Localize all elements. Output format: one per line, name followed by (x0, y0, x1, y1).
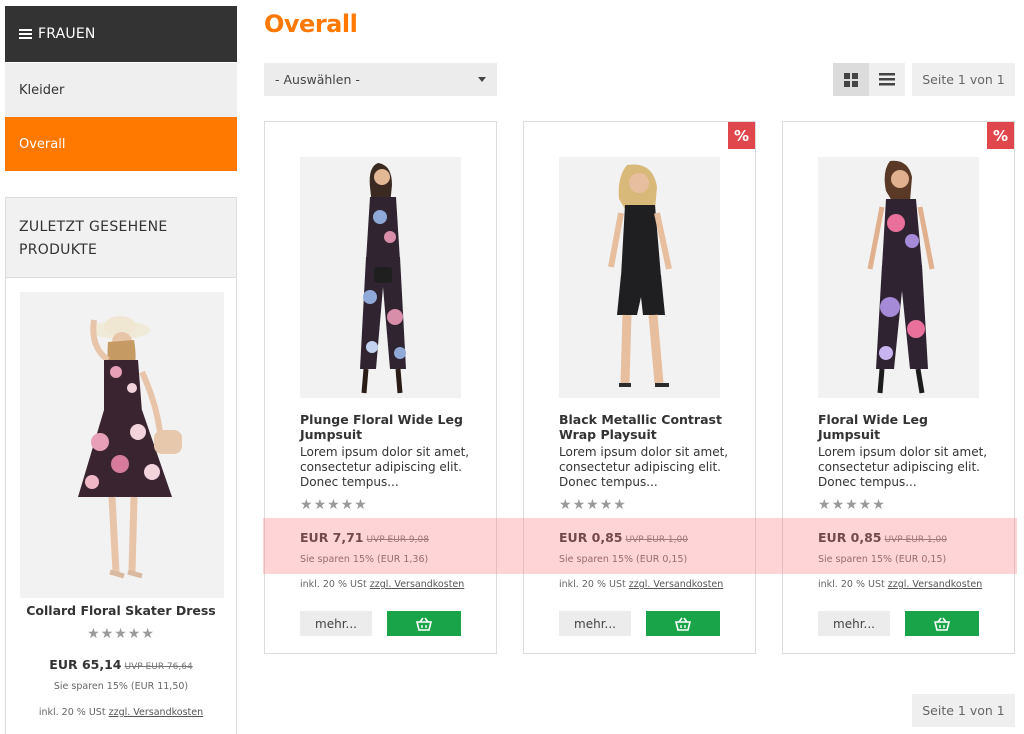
grid-view-button[interactable] (833, 63, 869, 96)
pagination-bottom[interactable]: Seite 1 von 1 (912, 694, 1015, 727)
uvp-price: UVP EUR 1,00 (884, 535, 947, 545)
product-tax: inkl. 20 % USt zzgl. Versandkosten (818, 579, 982, 590)
basket-icon (416, 617, 432, 631)
product-price: EUR 7,71 UVP EUR 9,08 (300, 530, 429, 545)
star-icon: ★ (831, 497, 846, 513)
uvp-price: UVP EUR 76,64 (124, 662, 193, 672)
product-description: Lorem ipsum dolor sit amet, consectetur … (559, 445, 729, 489)
shipping-link[interactable]: zzgl. Versandkosten (370, 579, 465, 590)
recent-product-image[interactable] (20, 292, 224, 598)
uvp-price: UVP EUR 9,08 (366, 535, 429, 545)
star-icon: ★ (572, 497, 587, 513)
product-savings: Sie sparen 15% (EUR 0,15) (818, 554, 947, 565)
product-description: Lorem ipsum dolor sit amet, consectetur … (818, 445, 988, 489)
sort-select-value: - Auswählen - (275, 72, 360, 87)
percent-icon: % (728, 122, 755, 149)
star-icon: ★ (613, 497, 627, 513)
add-to-cart-button[interactable] (646, 611, 720, 636)
tax-text: inkl. 20 % USt (38, 707, 106, 718)
product-image[interactable] (559, 157, 720, 398)
add-to-cart-button[interactable] (905, 611, 979, 636)
recent-product-name[interactable]: Collard Floral Skater Dress (6, 603, 236, 618)
product-rating: ★★★★★ (300, 497, 368, 513)
product-name[interactable]: Black Metallic Contrast Wrap Playsuit (559, 412, 734, 442)
star-icon: ★ (872, 497, 886, 513)
product-image[interactable] (818, 157, 979, 398)
product-card: Plunge Floral Wide Leg Jumpsuit Lorem ip… (264, 121, 497, 654)
sidebar-item-label: Kleider (19, 82, 65, 98)
category-header-label: FRAUEN (38, 26, 96, 42)
product-card: % Black Metallic Contrast Wrap Playsuit … (523, 121, 756, 654)
star-icon: ★ (818, 497, 832, 513)
product-tax: inkl. 20 % USt zzgl. Versandkosten (559, 579, 723, 590)
star-icon: ★ (354, 497, 368, 513)
tax-text: inkl. 20 % USt (559, 579, 626, 590)
grid-icon (844, 72, 858, 87)
price-value: EUR 0,85 (818, 530, 882, 545)
price-value: EUR 7,71 (300, 530, 364, 545)
more-button[interactable]: mehr... (818, 611, 890, 636)
product-savings: Sie sparen 15% (EUR 0,15) (559, 554, 688, 565)
product-rating: ★★★★★ (818, 497, 886, 513)
basket-icon (934, 617, 950, 631)
chevron-down-icon (478, 77, 486, 82)
recently-viewed-title: ZULETZT GESEHENE PRODUKTE (6, 198, 236, 278)
shipping-link[interactable]: zzgl. Versandkosten (888, 579, 983, 590)
list-icon (879, 73, 895, 86)
hamburger-icon (19, 27, 32, 41)
recent-product-price: EUR 65,14 UVP EUR 76,64 (6, 657, 236, 672)
sort-select[interactable]: - Auswählen - (264, 63, 497, 96)
star-icon: ★ (300, 497, 314, 513)
star-icon: ★ (313, 497, 328, 513)
price-value: EUR 65,14 (49, 657, 122, 672)
star-icon: ★ (586, 497, 600, 513)
star-icon: ★ (87, 626, 101, 642)
recent-product-tax: inkl. 20 % USt zzgl. Versandkosten (6, 707, 236, 718)
price-value: EUR 0,85 (559, 530, 623, 545)
product-tax: inkl. 20 % USt zzgl. Versandkosten (300, 579, 464, 590)
percent-icon: % (987, 122, 1014, 149)
recently-viewed-box: ZULETZT GESEHENE PRODUKTE Collard Floral… (5, 197, 237, 734)
tax-text: inkl. 20 % USt (300, 579, 367, 590)
list-view-button[interactable] (869, 63, 905, 96)
star-icon: ★ (340, 497, 355, 513)
add-to-cart-button[interactable] (387, 611, 461, 636)
sidebar-item-label: Overall (19, 136, 66, 152)
more-button[interactable]: mehr... (300, 611, 372, 636)
sidebar-item-kleider[interactable]: Kleider (5, 63, 237, 117)
product-card: % Floral Wide Leg Jumpsuit Lorem ipsum d… (782, 121, 1015, 654)
recent-product-rating: ★★★★★ (6, 626, 236, 642)
shipping-link[interactable]: zzgl. Versandkosten (629, 579, 724, 590)
page-title: Overall (264, 10, 358, 38)
basket-icon (675, 617, 691, 631)
recent-product-savings: Sie sparen 15% (EUR 11,50) (53, 681, 189, 692)
category-header[interactable]: FRAUEN (5, 6, 237, 62)
star-icon: ★ (845, 497, 859, 513)
product-name[interactable]: Plunge Floral Wide Leg Jumpsuit (300, 412, 475, 442)
more-button[interactable]: mehr... (559, 611, 631, 636)
product-description: Lorem ipsum dolor sit amet, consectetur … (300, 445, 470, 489)
star-icon: ★ (114, 626, 128, 642)
uvp-price: UVP EUR 1,00 (625, 535, 688, 545)
product-price: EUR 0,85 UVP EUR 1,00 (818, 530, 947, 545)
star-icon: ★ (100, 626, 115, 642)
product-price: EUR 0,85 UVP EUR 1,00 (559, 530, 688, 545)
star-icon: ★ (858, 497, 873, 513)
tax-text: inkl. 20 % USt (818, 579, 885, 590)
dress-figure (20, 292, 224, 598)
star-icon: ★ (141, 626, 155, 642)
shipping-link[interactable]: zzgl. Versandkosten (109, 707, 204, 718)
product-name[interactable]: Floral Wide Leg Jumpsuit (818, 412, 993, 442)
product-image[interactable] (300, 157, 461, 398)
star-icon: ★ (127, 626, 142, 642)
star-icon: ★ (559, 497, 573, 513)
sidebar-item-overall[interactable]: Overall (5, 117, 237, 171)
star-icon: ★ (327, 497, 341, 513)
product-rating: ★★★★★ (559, 497, 627, 513)
star-icon: ★ (599, 497, 614, 513)
pagination-top[interactable]: Seite 1 von 1 (912, 63, 1015, 96)
product-savings: Sie sparen 15% (EUR 1,36) (300, 554, 429, 565)
